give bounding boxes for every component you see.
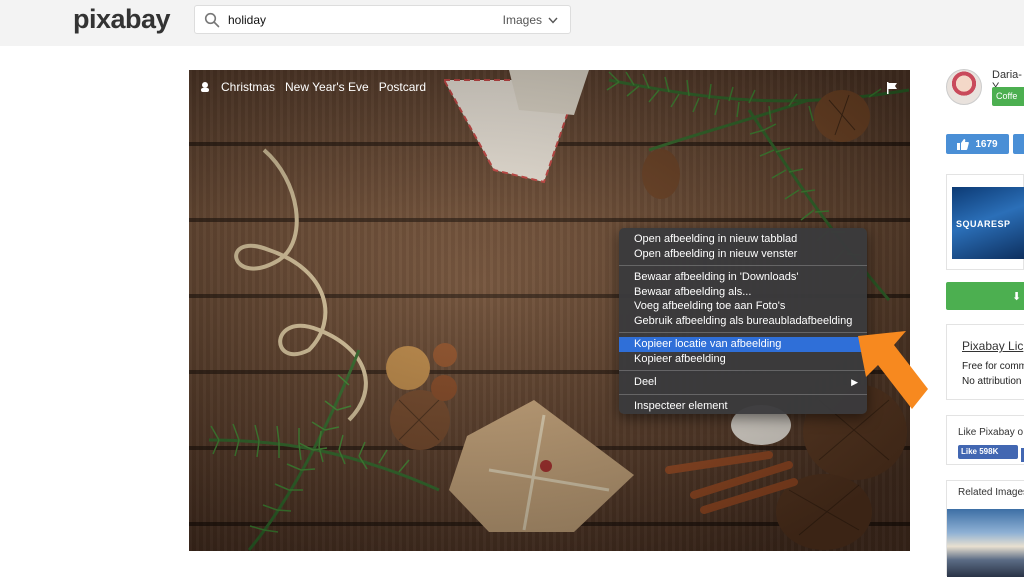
menu-copy-image[interactable]: Kopieer afbeelding <box>619 352 867 367</box>
top-bar: pixabay holiday Images <box>0 0 1024 46</box>
menu-copy-image-address[interactable]: Kopieer locatie van afbeelding <box>619 337 867 352</box>
license-box: Pixabay Lic Free for comm No attribution <box>946 324 1024 400</box>
search-type-label: Images <box>502 13 542 27</box>
menu-inspect-element[interactable]: Inspecteer element <box>619 399 867 414</box>
menu-separator <box>619 332 867 333</box>
related-images-title: Related Images <box>958 487 1024 498</box>
menu-open-new-window[interactable]: Open afbeelding in nieuw venster <box>619 247 867 262</box>
coffee-button[interactable]: Coffe <box>992 87 1024 106</box>
tag-postcard[interactable]: Postcard <box>379 80 426 94</box>
related-images-box: Related Images <box>946 480 1024 577</box>
related-image-thumbnail[interactable] <box>947 509 1024 577</box>
menu-use-as-desktop[interactable]: Gebruik afbeelding als bureaubladafbeeld… <box>619 314 867 329</box>
tag-christmas[interactable]: Christmas <box>221 80 275 94</box>
tag-new-years-eve[interactable]: New Year's Eve <box>285 80 369 94</box>
search-type-dropdown[interactable]: Images <box>503 13 558 27</box>
menu-add-to-photos[interactable]: Voeg afbeelding toe aan Foto's <box>619 299 867 314</box>
license-title[interactable]: Pixabay Lic <box>962 339 1024 353</box>
menu-share-label: Deel <box>634 376 657 388</box>
menu-separator <box>619 265 867 266</box>
license-line-2: No attribution <box>962 376 1022 387</box>
menu-share[interactable]: Deel ▶ <box>619 375 867 390</box>
ad-banner[interactable]: SQUARESP <box>952 187 1024 259</box>
thumbs-up-icon <box>957 138 970 150</box>
pixabay-logo[interactable]: pixabay <box>73 4 171 35</box>
download-button[interactable]: ⬇ <box>946 282 1024 310</box>
menu-separator <box>619 370 867 371</box>
search-box[interactable]: holiday Images <box>194 5 571 34</box>
menu-save-to-downloads[interactable]: Bewaar afbeelding in 'Downloads' <box>619 270 867 285</box>
chevron-down-icon <box>548 17 558 24</box>
submenu-arrow-icon: ▶ <box>851 377 858 387</box>
like-button[interactable]: 1679 <box>946 134 1009 154</box>
context-menu: Open afbeelding in nieuw tabblad Open af… <box>619 228 867 414</box>
search-icon <box>204 12 220 28</box>
right-sidebar: Daria-Y Coffe 1679 SQUARESP ⬇ Pixabay Li… <box>946 62 1024 577</box>
menu-save-image-as[interactable]: Bewaar afbeelding als... <box>619 285 867 300</box>
flag-icon[interactable] <box>886 82 898 94</box>
orange-pointer-arrow-icon <box>858 331 928 409</box>
photo-tags: Christmas New Year's Eve Postcard <box>199 80 426 94</box>
ad-box: SQUARESP <box>946 174 1024 270</box>
menu-open-new-tab[interactable]: Open afbeelding in nieuw tabblad <box>619 232 867 247</box>
facebook-box: Like Pixabay o Like 598K <box>946 415 1024 465</box>
search-input[interactable]: holiday <box>228 13 266 27</box>
license-line-1: Free for comm <box>962 361 1024 372</box>
like-count: 1679 <box>975 138 998 150</box>
menu-separator <box>619 393 867 395</box>
tag-icon <box>201 82 209 92</box>
favorite-button[interactable] <box>1013 134 1024 154</box>
facebook-like-button[interactable]: Like 598K <box>958 445 1018 459</box>
download-icon: ⬇ <box>1012 291 1022 303</box>
facebook-text: Like Pixabay o <box>958 427 1024 438</box>
avatar[interactable] <box>946 69 982 105</box>
